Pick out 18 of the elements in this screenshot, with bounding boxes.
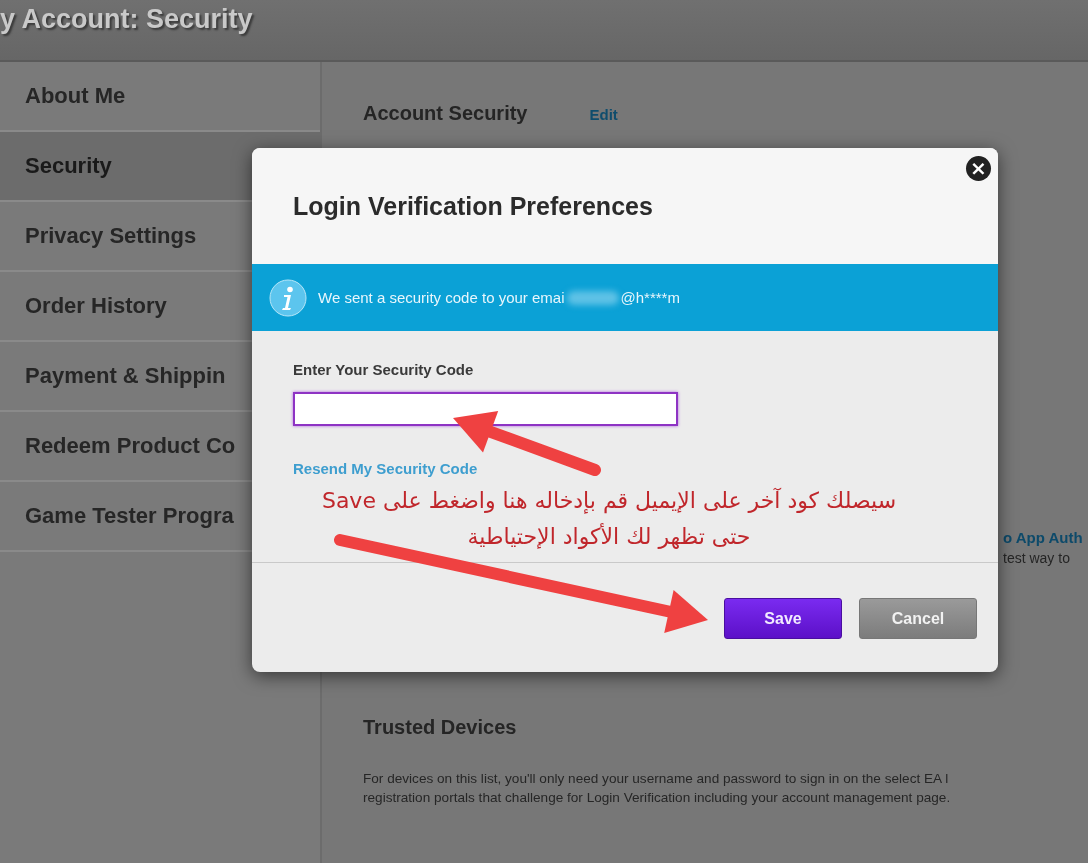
redacted-blur xyxy=(566,290,619,305)
cancel-button[interactable]: Cancel xyxy=(859,598,977,639)
close-button[interactable]: × xyxy=(966,156,991,181)
section-heading: Trusted Devices xyxy=(363,716,518,739)
security-code-field[interactable] xyxy=(293,392,678,426)
save-button[interactable]: Save xyxy=(724,598,842,639)
description-text: For devices on this list, you'll only need your username and password to sign in on the select EA l xyxy=(363,770,950,788)
annotation-text: سيصلك كود آخر على الإيميل قم بإدخاله هنا واضغط على Save xyxy=(321,487,897,516)
description-text: test way to xyxy=(1003,550,1071,566)
description-text: registration portals that challenge for Login Verification including your account management page. xyxy=(363,789,952,807)
info-text: We sent a security code to your emai xyxy=(318,289,565,306)
app-link[interactable]: o App Auth xyxy=(1003,529,1088,546)
info-icon xyxy=(269,278,307,317)
section-heading: Account Security xyxy=(363,102,528,125)
masked-email: @h****m xyxy=(620,289,680,306)
edit-link[interactable]: Edit xyxy=(589,106,618,123)
page-title: y Account: Security xyxy=(0,4,253,35)
annotation-text: حتى تظهر لك الأكواد الإحتياطية xyxy=(467,522,751,551)
